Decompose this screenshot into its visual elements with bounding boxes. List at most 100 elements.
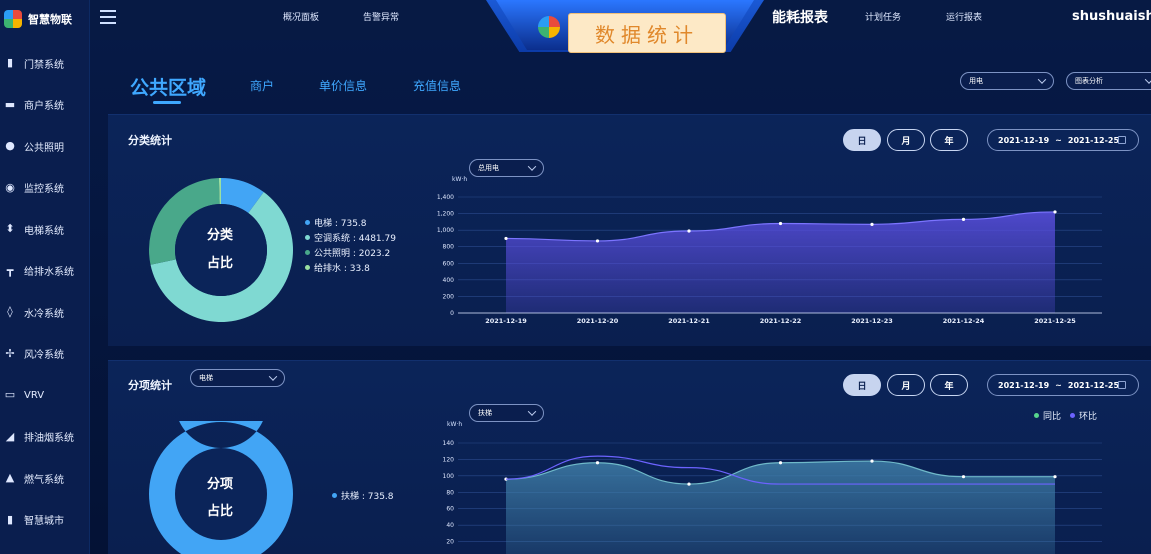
door-icon: ▮ (6, 56, 14, 69)
escalator-select[interactable]: 扶梯 (469, 404, 544, 422)
legend-item[interactable]: 公共照明 : 2023.2 (305, 246, 390, 259)
series-area (506, 461, 1055, 554)
energy-area-chart: 0 200 400 600 800 1,000 1,200 1,400 2021-12-19 20… (437, 194, 1102, 325)
x-tick-label: 2021-12-25 (1034, 317, 1076, 325)
data-point[interactable] (961, 475, 966, 479)
sidebar-item-4[interactable]: ⬍ 电梯系统 (0, 211, 90, 247)
tab-recharge[interactable]: 充值信息 (413, 77, 461, 94)
date-separator-2: ~ (1055, 380, 1062, 390)
sidebar-item-8[interactable]: ▭ VRV (0, 377, 90, 413)
sidebar-item-1[interactable]: ▬ 商户系统 (0, 87, 90, 123)
nav-run-report[interactable]: 运行报表 (946, 10, 982, 23)
energy-type-select[interactable]: 用电 (960, 72, 1054, 90)
period-day-button-2[interactable]: 日 (843, 374, 881, 396)
date-range-picker-2[interactable]: 2021-12-19 ~ 2021-12-25 (987, 374, 1139, 396)
data-point[interactable] (687, 482, 691, 486)
bulb-icon: ● (5, 139, 15, 152)
period-month-button[interactable]: 月 (887, 129, 925, 151)
data-point[interactable] (595, 239, 600, 243)
tab-merchant[interactable]: 商户 (250, 77, 274, 94)
data-point[interactable] (687, 229, 691, 233)
tab-unit-price[interactable]: 单价信息 (319, 77, 367, 94)
y-tick-label: 20 (446, 539, 454, 546)
total-power-select[interactable]: 总用电 (469, 159, 544, 177)
legend-dot (305, 250, 310, 255)
hamburger-menu-icon[interactable] (100, 6, 116, 24)
period-day-button[interactable]: 日 (843, 129, 881, 151)
legend-dot (1034, 413, 1039, 418)
shop-icon: ▬ (4, 97, 16, 111)
sidebar-item-2[interactable]: ● 公共照明 (0, 128, 90, 164)
data-point[interactable] (778, 461, 783, 465)
date-from-2: 2021-12-19 (998, 380, 1050, 390)
data-stat-button[interactable]: 数据统计 (568, 13, 726, 53)
legend-dot (1070, 413, 1075, 418)
vrv-icon: ▭ (4, 388, 16, 401)
chevron-down-icon (527, 162, 537, 171)
sidebar-item-0[interactable]: ▮ 门禁系统 (0, 45, 90, 81)
donut1-label-bottom: 占比 (206, 256, 233, 271)
data-point[interactable] (1053, 475, 1057, 479)
sidebar-item-9[interactable]: ◢ 排油烟系统 (0, 419, 90, 455)
view-mode-select[interactable]: 图表分析 (1066, 72, 1151, 90)
tab-public-area[interactable]: 公共区域 (130, 73, 206, 100)
legend-item[interactable]: 空调系统 : 4481.79 (305, 231, 396, 244)
chevron-down-icon (1037, 75, 1047, 84)
date-from: 2021-12-19 (998, 135, 1050, 145)
series-legend-item[interactable]: 同比 (1034, 409, 1061, 422)
sidebar-item-3[interactable]: ◉ 监控系统 (0, 170, 90, 206)
sidebar-item-label: 燃气系统 (24, 474, 64, 486)
data-point[interactable] (870, 459, 874, 463)
brand-logo[interactable]: 智慧物联 (0, 0, 90, 38)
legend-item[interactable]: 电梯 : 735.8 (305, 216, 367, 229)
sidebar-item-label: 排油烟系统 (24, 433, 74, 444)
y-tick-label: 1,400 (437, 194, 454, 201)
y-tick-label: 200 (443, 293, 455, 300)
data-point[interactable] (870, 222, 874, 226)
sidebar-item-6[interactable]: ◊ 水冷系统 (0, 294, 90, 330)
period-month-button-2[interactable]: 月 (887, 374, 925, 396)
legend-label: 扶梯 : 735.8 (341, 492, 394, 502)
panel1-title: 分类统计 (128, 134, 172, 147)
data-point[interactable] (595, 461, 600, 465)
legend-dot (305, 220, 310, 225)
legend-label: 公共照明 : 2023.2 (314, 249, 391, 259)
nav-energy-report[interactable]: 能耗报表 (772, 7, 828, 27)
donut-hole (175, 204, 267, 296)
sidebar-item-label: 智慧城市 (24, 516, 64, 527)
elevator-select[interactable]: 电梯 (190, 369, 285, 387)
legend-dot (305, 235, 310, 240)
series-legend-item[interactable]: 环比 (1070, 409, 1097, 422)
nav-overview[interactable]: 概况面板 (283, 10, 319, 23)
data-point[interactable] (961, 217, 966, 221)
tab-active-indicator (153, 101, 181, 104)
legend-label: 同比 (1043, 412, 1062, 422)
username[interactable]: shushuaishuai (1072, 9, 1151, 24)
nav-alarms[interactable]: 告警异常 (363, 10, 399, 23)
sidebar-item-label: 门禁系统 (24, 59, 64, 71)
date-range-picker[interactable]: 2021-12-19 ~ 2021-12-25 (987, 129, 1139, 151)
data-point[interactable] (778, 221, 783, 226)
legend-item[interactable]: 扶梯 : 735.8 (332, 489, 394, 502)
fan-icon: ✢ (5, 346, 15, 360)
sidebar-item-5[interactable]: ┳ 给排水系统 (0, 253, 90, 289)
chart1-unit: kW·h (452, 176, 468, 183)
elevator-icon: ⬍ (5, 222, 15, 235)
data-point[interactable] (1053, 210, 1057, 214)
period-year-button[interactable]: 年 (930, 129, 968, 151)
flame-icon: ▲ (5, 471, 15, 484)
nav-plan-tasks[interactable]: 计划任务 (865, 10, 901, 23)
data-point[interactable] (504, 236, 508, 241)
x-tick-label: 2021-12-23 (851, 317, 893, 325)
sidebar-item-7[interactable]: ✢ 风冷系统 (0, 336, 90, 372)
city-icon: ▮ (6, 512, 14, 526)
donut1-label-top: 分类 (206, 228, 233, 243)
period-year-button-2[interactable]: 年 (930, 374, 968, 396)
sidebar-item-11[interactable]: ▮ 智慧城市 (0, 502, 90, 538)
sidebar-item-10[interactable]: ▲ 燃气系统 (0, 460, 90, 496)
legend-item[interactable]: 给排水 : 33.8 (305, 261, 370, 274)
app-root: 智慧物联 ▮ 门禁系统 ▬ 商户系统 ● 公共照明 ◉ 监控系统 ⬍ 电梯系统 ┳ 给排水系统 ◊ 水冷系… (0, 0, 1151, 554)
date-to-2: 2021-12-25 (1067, 380, 1120, 390)
pipe-icon: ┳ (6, 263, 14, 277)
view-mode-value: 图表分析 (1075, 77, 1103, 85)
